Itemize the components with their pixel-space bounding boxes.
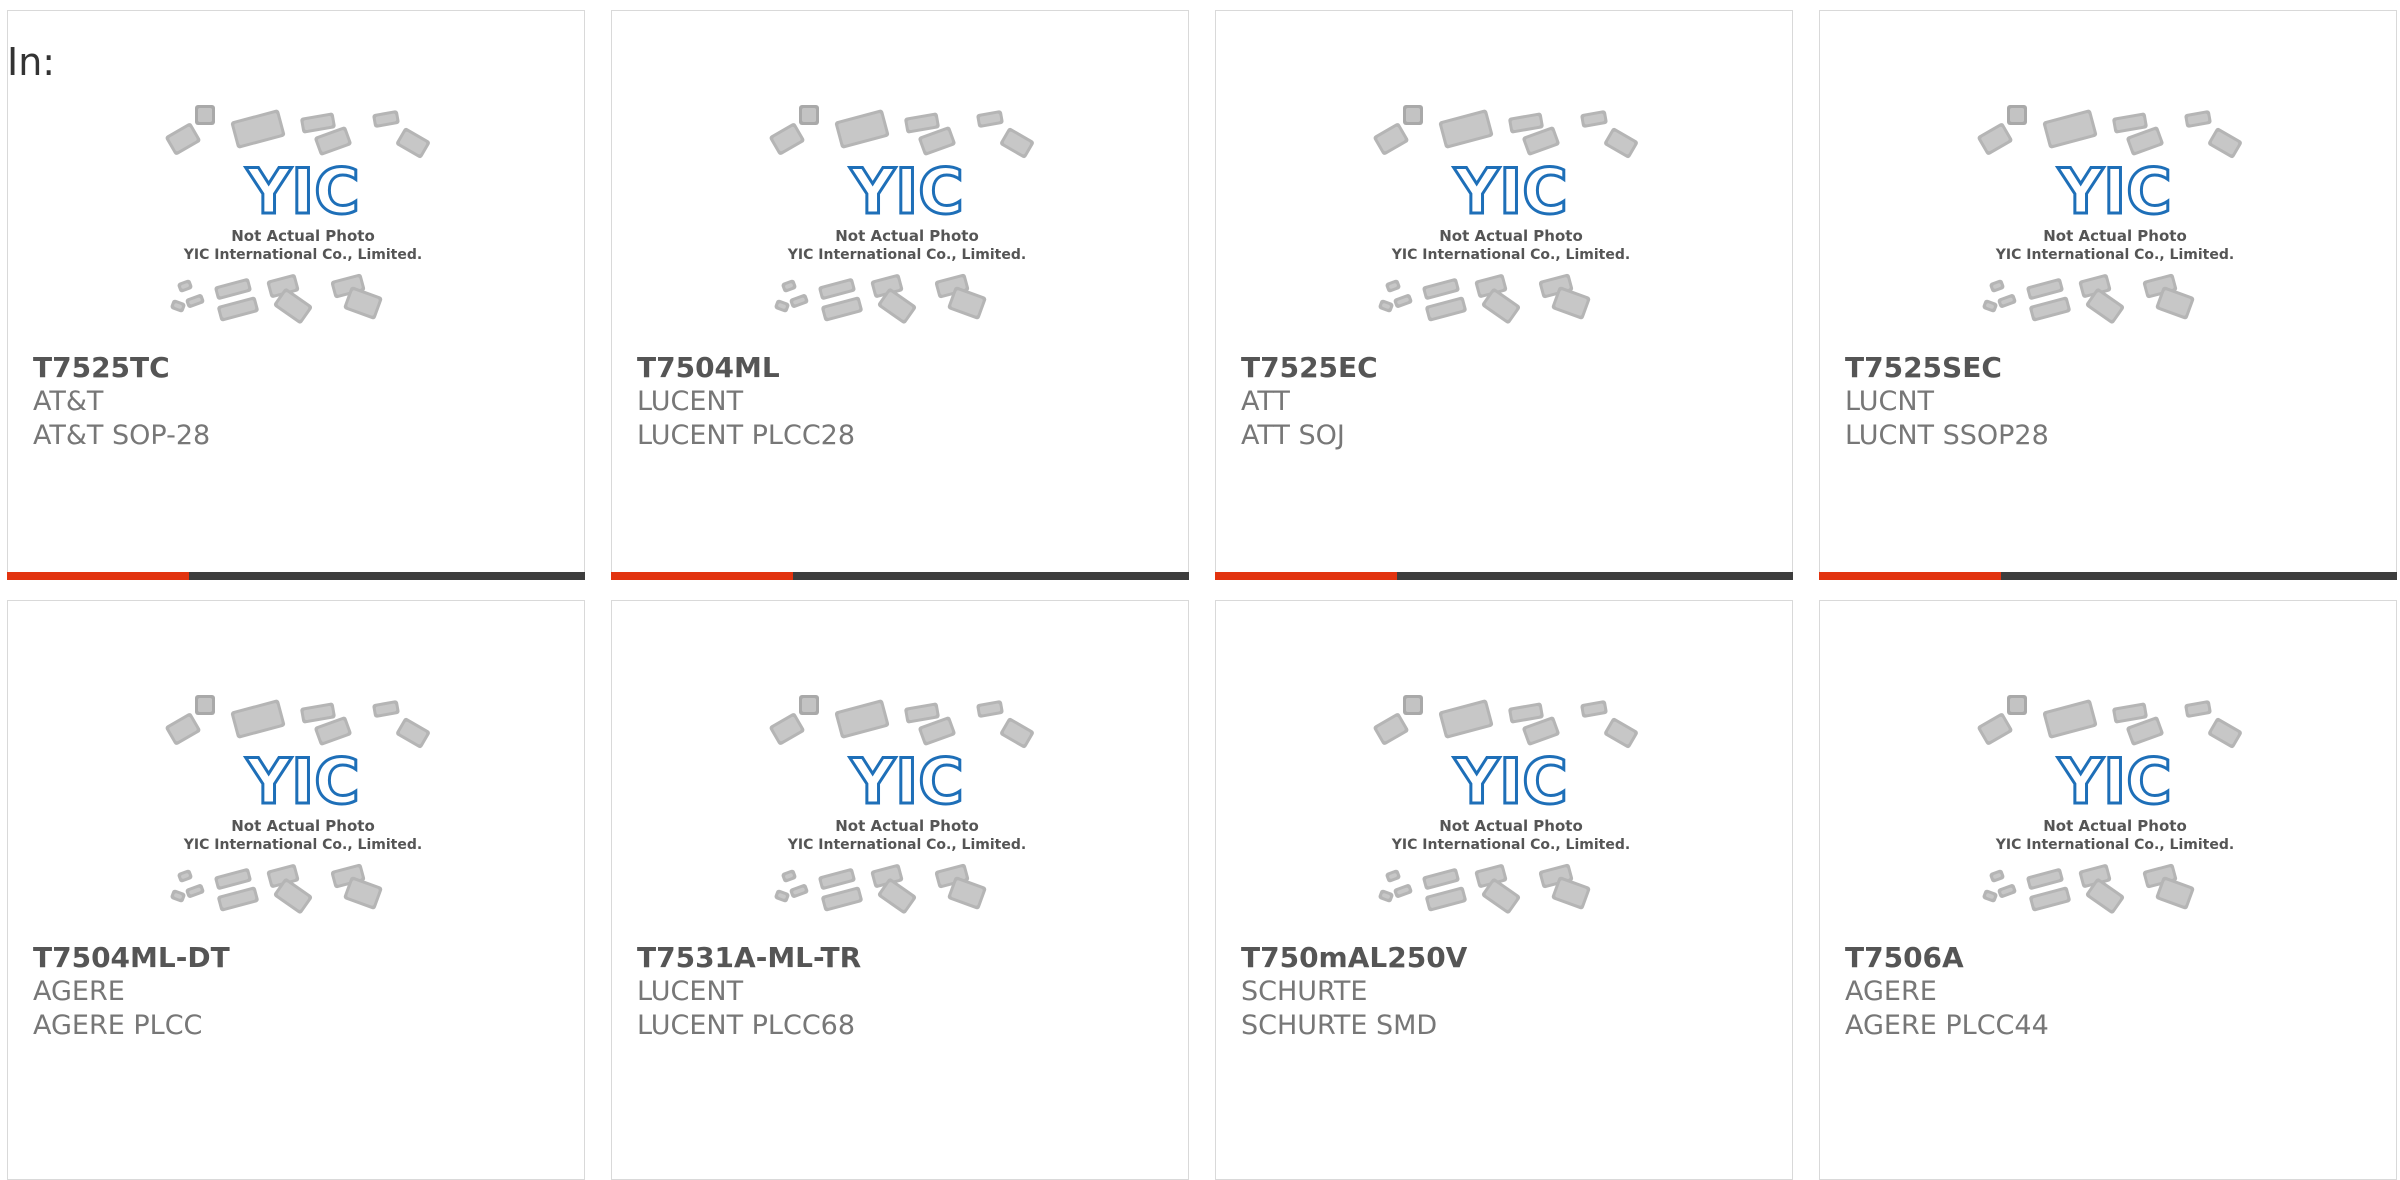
product-card[interactable]: YIC Not Actual Photo YIC International Co.… [1215,10,1793,580]
product-grid: YIC Not Actual Photo YIC International Co.… [0,0,2400,1180]
svg-text:Not Actual Photo: Not Actual Photo [1439,227,1583,245]
product-card[interactable]: YIC Not Actual Photo YIC International Co.… [611,600,1189,1180]
package: AGERE PLCC44 [1845,1010,2049,1041]
svg-text:YIC International Co., Limited: YIC International Co., Limited. [183,837,422,853]
placeholder-image: YIC Not Actual Photo YIC International Co.… [767,101,1047,351]
product-card[interactable]: YIC Not Actual Photo YIC International Co.… [7,600,585,1180]
card-bottom-bar [611,572,1189,580]
package: SCHURTE SMD [1241,1010,1438,1041]
manufacturer: ATT [1241,386,1290,417]
product-info: T7506A AGERE AGERE PLCC44 [1845,941,2375,1043]
card-bottom-bar [1215,572,1793,580]
part-number[interactable]: T750mAL250V [1241,941,1771,975]
yic-logo-icon: YIC [1453,155,1567,228]
product-card[interactable]: YIC Not Actual Photo YIC International Co.… [1819,600,2397,1180]
manufacturer: SCHURTE [1241,976,1368,1007]
card-accent [7,572,189,580]
product-info: T7504ML-DT AGERE AGERE PLCC [33,941,563,1043]
svg-text:Not Actual Photo: Not Actual Photo [1439,817,1583,835]
part-number[interactable]: T7506A [1845,941,2375,975]
package: AGERE PLCC [33,1010,203,1041]
yic-logo-icon: YIC [1453,745,1567,818]
svg-text:Not Actual Photo: Not Actual Photo [835,227,979,245]
product-info: T7525SEC LUCNT LUCNT SSOP28 [1845,351,2375,453]
manufacturer: AGERE [33,976,125,1007]
product-card[interactable]: YIC Not Actual Photo YIC International Co.… [611,10,1189,580]
package: LUCENT PLCC28 [637,420,856,451]
chip-collage-icon: YICNot Actual Photo YIC International Co.… [1373,105,1638,324]
product-info: T7531A-ML-TR LUCENT LUCENT PLCC68 [637,941,1167,1043]
yic-logo-icon: YIC [2057,745,2171,818]
svg-text:YIC International Co., Limited: YIC International Co., Limited. [1391,837,1630,853]
chip-collage-icon: YICNot Actual Photo YIC International Co.… [1977,105,2242,324]
yic-logo-icon: YIC [849,745,963,818]
product-card[interactable]: YIC Not Actual Photo YIC International Co.… [7,10,585,580]
part-number[interactable]: T7525EC [1241,351,1771,385]
yic-logo-icon: YIC [849,155,963,228]
svg-text:Not Actual Photo: Not Actual Photo [231,817,375,835]
svg-text:YIC International Co., Limited: YIC International Co., Limited. [1391,247,1630,263]
part-number[interactable]: T7525TC [33,351,563,385]
svg-text:Not Actual Photo: Not Actual Photo [2043,817,2187,835]
package: ATT SOJ [1241,420,1345,451]
product-info: T750mAL250V SCHURTE SCHURTE SMD [1241,941,1771,1043]
chip-collage-icon: YICNot Actual Photo YIC International Co.… [769,105,1034,324]
in-label: In: [7,40,56,84]
svg-text:Not Actual Photo: Not Actual Photo [835,817,979,835]
svg-text:Not Actual Photo: Not Actual Photo [2043,227,2187,245]
manufacturer: LUCNT [1845,386,1935,417]
svg-text:YIC International Co., Limited: YIC International Co., Limited. [183,247,422,263]
svg-text:Not Actual Photo: Not Actual Photo [231,227,375,245]
placeholder-image: YIC Not Actual Photo YIC International Co.… [163,691,443,941]
chip-collage-icon: YICNot Actual Photo YIC International Co.… [1373,695,1638,914]
chip-collage-icon: YICNot Actual Photo YIC International Co.… [769,695,1034,914]
yic-logo-icon: YIC [2057,155,2171,228]
placeholder-image: YIC Not Actual Photo YIC International Co.… [163,101,443,351]
manufacturer: LUCENT [637,976,744,1007]
card-accent [611,572,793,580]
chip-collage-icon: YICNot Actual Photo YIC International Co.… [165,695,430,914]
product-info: T7504ML LUCENT LUCENT PLCC28 [637,351,1167,453]
svg-text:YIC International Co., Limited: YIC International Co., Limited. [787,837,1026,853]
product-card[interactable]: YIC Not Actual Photo YIC International Co.… [1819,10,2397,580]
part-number[interactable]: T7504ML [637,351,1167,385]
svg-text:YIC International Co., Limited: YIC International Co., Limited. [787,247,1026,263]
manufacturer: LUCENT [637,386,744,417]
placeholder-image: YIC Not Actual Photo YIC International Co.… [767,691,1047,941]
placeholder-image: YIC Not Actual Photo YIC International Co.… [1371,691,1651,941]
product-card[interactable]: YIC Not Actual Photo YIC International Co.… [1215,600,1793,1180]
card-bottom-bar [7,572,585,580]
svg-text:YIC International Co., Limited: YIC International Co., Limited. [1995,837,2234,853]
manufacturer: AT&T [33,386,104,417]
yic-logo-icon: YIC [245,155,359,228]
placeholder-image: YIC Not Actual Photo YIC International Co.… [1975,691,2255,941]
part-number[interactable]: T7531A-ML-TR [637,941,1167,975]
placeholder-image: YIC Not Actual Photo YIC International Co.… [1975,101,2255,351]
package: AT&T SOP-28 [33,420,211,451]
placeholder-image: YIC Not Actual Photo YIC International Co.… [1371,101,1651,351]
card-accent [1819,572,2001,580]
product-info: T7525TC AT&T AT&T SOP-28 [33,351,563,453]
product-info: T7525EC ATT ATT SOJ [1241,351,1771,453]
svg-text:YIC International Co., Limited: YIC International Co., Limited. [1995,247,2234,263]
card-bottom-bar [1819,572,2397,580]
part-number[interactable]: T7525SEC [1845,351,2375,385]
package: LUCNT SSOP28 [1845,420,2049,451]
chip-collage-icon: YICNot Actual Photo YIC International Co.… [1977,695,2242,914]
card-accent [1215,572,1397,580]
part-number[interactable]: T7504ML-DT [33,941,563,975]
manufacturer: AGERE [1845,976,1937,1007]
chip-collage-icon: YICNot Actual Photo YIC International Co.… [165,105,430,324]
package: LUCENT PLCC68 [637,1010,856,1041]
yic-logo-icon: YIC [245,745,359,818]
